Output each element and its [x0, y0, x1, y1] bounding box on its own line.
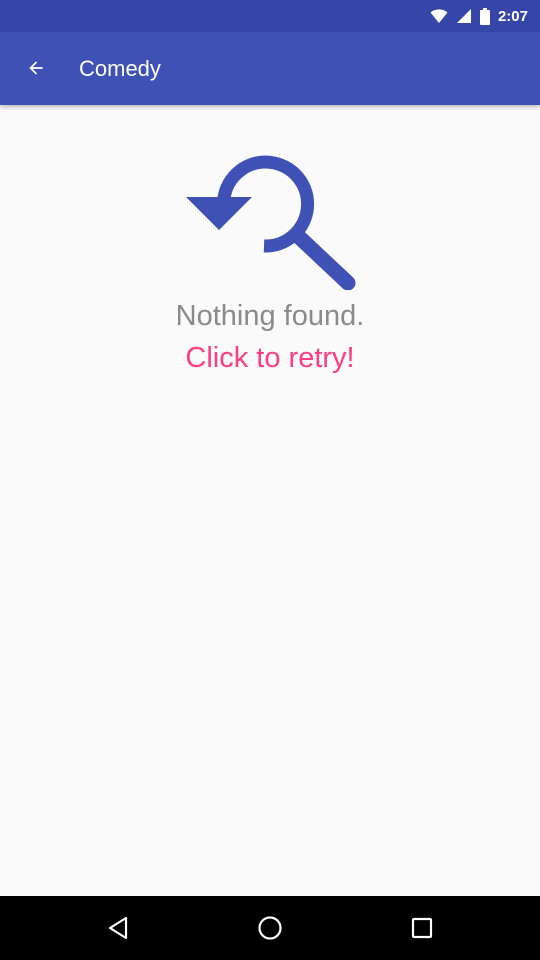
nav-back-button[interactable]	[96, 906, 140, 950]
retry-link[interactable]: Click to retry!	[185, 342, 354, 374]
empty-state-icon	[184, 138, 356, 291]
status-time: 2:07	[497, 7, 528, 25]
battery-icon	[479, 7, 490, 25]
arrow-back-icon	[29, 61, 43, 75]
page-title: Comedy	[79, 56, 161, 81]
nav-recents-button[interactable]	[400, 906, 444, 950]
status-icons: 2:07	[430, 0, 528, 32]
back-button[interactable]	[14, 46, 58, 90]
nav-home-button[interactable]	[248, 906, 292, 950]
cell-signal-icon	[456, 9, 471, 23]
app-bar: Comedy	[0, 32, 540, 105]
empty-state-message: Nothing found.	[175, 300, 365, 332]
wifi-icon	[430, 9, 448, 23]
recents-square-icon	[411, 917, 433, 939]
search-refresh-icon	[186, 155, 356, 291]
home-circle-icon	[258, 916, 282, 940]
retry-container: Click to retry!	[0, 342, 540, 375]
status-bar: 2:07	[0, 0, 540, 32]
back-triangle-icon	[108, 916, 128, 940]
system-nav-bar	[0, 896, 540, 960]
